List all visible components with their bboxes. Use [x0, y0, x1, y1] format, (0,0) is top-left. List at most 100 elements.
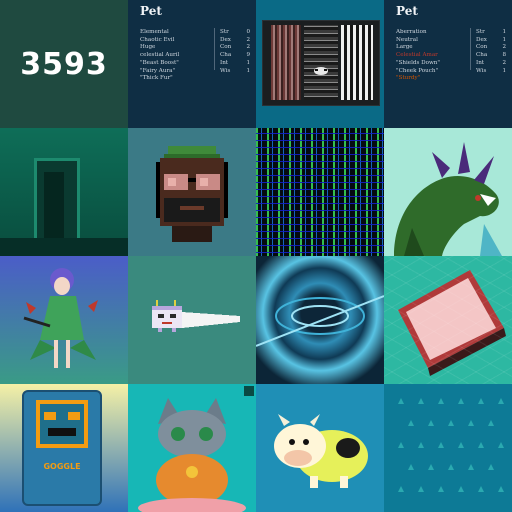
swirl-icon — [256, 295, 384, 347]
triangle-icon — [468, 420, 474, 426]
flying-creature-icon — [152, 300, 240, 332]
stat-row: Str 0 — [220, 29, 250, 37]
art-panel-left — [271, 25, 301, 100]
art-triptych-tile[interactable] — [256, 0, 384, 128]
pet-card-stats: Str 0 Dex 2 Con 2 Cha 9 Int 1 Wis 1 — [220, 29, 250, 75]
pet-card-title: Pet — [396, 4, 418, 18]
fairy-character-icon — [23, 268, 98, 368]
stat-name: Dex — [220, 36, 231, 43]
glitch-pattern — [256, 128, 384, 256]
trait-line: Huge — [140, 44, 156, 51]
stat-row: Wis 1 — [476, 68, 506, 76]
stat-name: Con — [476, 44, 488, 51]
triangle-icon — [448, 464, 454, 470]
stat-row: Cha 8 — [476, 52, 506, 60]
triangle-icon — [418, 486, 424, 492]
trait-line: "Sturdy" — [396, 75, 421, 82]
triangle-icon — [438, 398, 444, 404]
dragon-icon — [394, 142, 502, 256]
lucky-cat-tile[interactable] — [128, 384, 256, 512]
triangle-icon — [408, 420, 414, 426]
stat-row: Int 1 — [220, 60, 250, 68]
dragon-tile[interactable] — [384, 128, 512, 256]
triangle-icon — [428, 420, 434, 426]
trait-line: celestial Auril — [140, 52, 180, 59]
corridor — [44, 172, 64, 242]
stat-value: 1 — [502, 67, 506, 74]
stat-row: Str 1 — [476, 29, 506, 37]
triangle-icon — [448, 420, 454, 426]
pet-card-stats: Str 1 Dex 1 Con 2 Cha 8 Int 2 Wis 1 — [476, 29, 506, 75]
stat-row: Dex 1 — [476, 37, 506, 45]
stat-name: Wis — [476, 67, 487, 74]
corner-marker — [244, 386, 254, 396]
stat-name: Int — [476, 59, 485, 66]
triangle-icon — [408, 464, 414, 470]
stat-value: 0 — [246, 29, 250, 35]
cow-icon — [274, 414, 368, 488]
trait-line: Celestial Amar — [396, 52, 438, 59]
goggle-card-label: GOGGLE — [43, 462, 81, 471]
trait-line: Chaotic Evil — [140, 36, 175, 43]
trait-line: "Fairy Aura" — [140, 67, 176, 74]
trait-line: "Thick Fur" — [140, 75, 173, 82]
stat-value: 2 — [502, 44, 506, 51]
art-panel-right — [341, 25, 373, 100]
abstract-swirl-tile[interactable] — [256, 256, 384, 384]
triangle-icon — [398, 486, 404, 492]
stat-row: Int 2 — [476, 60, 506, 68]
hallway-tile[interactable] — [0, 128, 128, 256]
stat-name: Con — [220, 44, 232, 51]
art-frame — [262, 20, 380, 106]
stat-row: Wis 1 — [220, 68, 250, 76]
nft-gallery-grid: 3593 Pet Elemental Chaotic Evil Huge cel… — [0, 0, 512, 512]
stat-name: Str — [220, 29, 229, 35]
glitch-art-tile[interactable] — [256, 128, 384, 256]
stat-name: Wis — [220, 67, 231, 74]
flying-creature-tile[interactable] — [128, 256, 256, 384]
goggle-card: GOGGLE — [22, 390, 102, 506]
triangle-icon — [498, 398, 504, 404]
stat-name: Cha — [476, 52, 488, 59]
triangle-icon — [498, 442, 504, 448]
flying-carpet-tile[interactable] — [384, 256, 512, 384]
triangle-icon — [478, 442, 484, 448]
floor-grid — [384, 256, 512, 384]
goggle-card-tile[interactable]: GOGGLE — [0, 384, 128, 512]
cow-creature-tile[interactable] — [256, 384, 384, 512]
robot-face-icon — [36, 400, 88, 448]
trait-line: Aberration — [396, 29, 427, 35]
stat-value: 1 — [502, 36, 506, 43]
triangle-icon — [418, 398, 424, 404]
stat-value: 9 — [246, 52, 250, 59]
trait-line: "Cheek Pouch" — [396, 67, 439, 74]
stats-divider — [470, 28, 471, 70]
stat-name: Cha — [220, 52, 232, 59]
stat-row: Cha 9 — [220, 52, 250, 60]
triangle-icon — [488, 420, 494, 426]
anime-character-tile[interactable] — [0, 256, 128, 384]
pet-card-1[interactable]: Pet Elemental Chaotic Evil Huge celestia… — [128, 0, 256, 128]
floor — [0, 238, 128, 256]
stat-value: 2 — [246, 36, 250, 43]
token-number-tile[interactable]: 3593 — [0, 0, 128, 128]
stat-value: 1 — [502, 29, 506, 35]
pet-card-2[interactable]: Pet Aberration Neutral Large Celestial A… — [384, 0, 512, 128]
triangle-icon — [438, 486, 444, 492]
triangle-icon — [488, 464, 494, 470]
pet-card-title: Pet — [140, 4, 162, 18]
trait-line: Neutral — [396, 36, 418, 43]
triangle-icon — [438, 442, 444, 448]
triangle-icon — [398, 398, 404, 404]
stat-name: Int — [220, 59, 229, 66]
triangle-icon — [398, 442, 404, 448]
pixel-face-tile[interactable] — [128, 128, 256, 256]
triangle-pattern-tile[interactable] — [384, 384, 512, 512]
stat-row: Con 2 — [476, 44, 506, 52]
stat-value: 2 — [502, 59, 506, 66]
pet-card-traits: Aberration Neutral Large Celestial Amar … — [396, 29, 440, 83]
triangle-icon — [478, 486, 484, 492]
trait-line: Elemental — [140, 29, 169, 35]
face-icon — [314, 67, 328, 75]
stat-value: 2 — [246, 44, 250, 51]
